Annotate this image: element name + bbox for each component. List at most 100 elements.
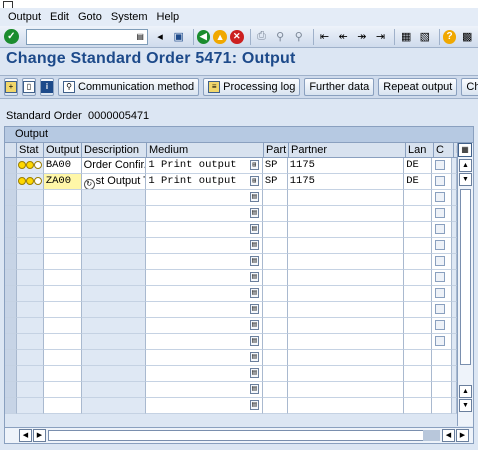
medium-cell[interactable]: ▤: [146, 350, 263, 366]
output-type-cell[interactable]: BA00: [43, 158, 82, 174]
output-type-cell[interactable]: [43, 366, 82, 382]
c-checkbox-cell[interactable]: [432, 302, 452, 318]
table-row[interactable]: ZA00 ↻st Output T... 1 Print output▤ SP …: [5, 174, 457, 190]
partner-cell[interactable]: [287, 254, 405, 270]
output-type-cell[interactable]: [43, 318, 82, 334]
row-selector[interactable]: [5, 190, 17, 206]
partner-cell[interactable]: [287, 318, 405, 334]
value-help-icon[interactable]: ▤: [249, 256, 259, 266]
enter-icon[interactable]: ✓: [4, 29, 19, 44]
language-cell[interactable]: DE: [404, 158, 433, 174]
checkbox[interactable]: [435, 240, 446, 250]
table-row[interactable]: ▤: [5, 382, 457, 398]
cancel-icon[interactable]: ✕: [229, 29, 244, 44]
new-entries-button[interactable]: +: [4, 78, 18, 96]
row-selector[interactable]: [5, 206, 17, 222]
checkbox[interactable]: [435, 176, 446, 186]
checkbox[interactable]: [435, 336, 446, 346]
partner-function-cell[interactable]: [262, 206, 288, 222]
output-type-cell[interactable]: [43, 206, 82, 222]
output-type-cell[interactable]: [43, 302, 82, 318]
find-icon[interactable]: ⚲: [272, 29, 288, 45]
c-checkbox-cell[interactable]: [432, 238, 452, 254]
c-checkbox-cell[interactable]: [432, 398, 452, 414]
partner-cell[interactable]: [287, 398, 405, 414]
checkbox[interactable]: [435, 288, 446, 298]
scroll-left-icon[interactable]: ◀: [19, 429, 32, 442]
partner-cell[interactable]: [287, 334, 405, 350]
language-cell[interactable]: [404, 190, 433, 206]
language-cell[interactable]: [404, 334, 433, 350]
language-cell[interactable]: [404, 382, 433, 398]
value-help-icon[interactable]: ▤: [249, 288, 259, 298]
output-type-cell[interactable]: [43, 334, 82, 350]
create-session-icon[interactable]: ▦: [398, 29, 414, 45]
table-row[interactable]: ▤: [5, 238, 457, 254]
table-row[interactable]: ▤: [5, 302, 457, 318]
c-checkbox-cell[interactable]: [432, 334, 452, 350]
c-checkbox-cell[interactable]: [432, 350, 452, 366]
table-row[interactable]: ▤: [5, 334, 457, 350]
further-data-button[interactable]: Further data: [304, 78, 375, 96]
c-checkbox-cell[interactable]: [432, 270, 452, 286]
row-selector[interactable]: [5, 174, 17, 190]
header-medium[interactable]: Medium: [147, 143, 264, 157]
partner-function-cell[interactable]: SP: [262, 158, 288, 174]
vertical-scroll-thumb[interactable]: [460, 189, 471, 365]
language-cell[interactable]: [404, 366, 433, 382]
checkbox[interactable]: [435, 304, 446, 314]
next-page-icon[interactable]: ↠: [354, 29, 370, 45]
repeat-output-button[interactable]: Repeat output: [378, 78, 458, 96]
partner-cell[interactable]: [287, 302, 405, 318]
medium-cell[interactable]: 1 Print output ▤: [146, 174, 263, 190]
partner-function-cell[interactable]: [262, 190, 288, 206]
medium-cell[interactable]: ▤: [146, 254, 263, 270]
output-type-cell[interactable]: [43, 270, 82, 286]
medium-cell[interactable]: ▤: [146, 286, 263, 302]
row-selector[interactable]: [5, 398, 17, 414]
output-type-cell[interactable]: [43, 238, 82, 254]
header-description[interactable]: Description: [82, 143, 147, 157]
partner-cell[interactable]: [287, 350, 405, 366]
medium-cell[interactable]: ▤: [146, 398, 263, 414]
last-page-icon[interactable]: ⇥: [373, 29, 389, 45]
partner-function-cell[interactable]: [262, 334, 288, 350]
partner-function-cell[interactable]: [262, 382, 288, 398]
language-cell[interactable]: [404, 222, 433, 238]
scroll-right-small-icon[interactable]: ▶: [33, 429, 46, 442]
partner-cell[interactable]: [287, 382, 405, 398]
table-row[interactable]: ▤: [5, 366, 457, 382]
checkbox[interactable]: [435, 160, 446, 170]
header-c[interactable]: C: [434, 143, 454, 157]
output-type-cell[interactable]: [43, 254, 82, 270]
row-selector[interactable]: [5, 334, 17, 350]
previous-page-icon[interactable]: ↞: [335, 29, 351, 45]
value-help-icon[interactable]: ▤: [249, 272, 259, 282]
partner-function-cell[interactable]: [262, 286, 288, 302]
first-page-icon[interactable]: ⇤: [317, 29, 333, 45]
processing-log-button[interactable]: ≡ Processing log: [203, 78, 301, 96]
back-icon[interactable]: ◀: [196, 29, 211, 44]
row-selector[interactable]: [5, 254, 17, 270]
partner-function-cell[interactable]: [262, 366, 288, 382]
checkbox[interactable]: [435, 208, 446, 218]
row-selector[interactable]: [5, 270, 17, 286]
row-selector[interactable]: [5, 318, 17, 334]
print-icon[interactable]: ⎙: [254, 29, 270, 45]
c-checkbox-cell[interactable]: [432, 158, 452, 174]
partner-function-cell[interactable]: [262, 318, 288, 334]
value-help-icon[interactable]: ▤: [249, 224, 259, 234]
medium-cell[interactable]: ▤: [146, 366, 263, 382]
partner-function-cell[interactable]: [262, 302, 288, 318]
medium-cell[interactable]: ▤: [146, 382, 263, 398]
table-row[interactable]: ▤: [5, 398, 457, 414]
output-type-cell[interactable]: [43, 286, 82, 302]
communication-method-button[interactable]: ⚲ Communication method: [58, 78, 200, 96]
row-selector[interactable]: [5, 302, 17, 318]
c-checkbox-cell[interactable]: [432, 286, 452, 302]
value-help-icon[interactable]: ▤: [249, 208, 259, 218]
language-cell[interactable]: [404, 318, 433, 334]
help-icon[interactable]: ?: [442, 29, 457, 44]
output-type-cell[interactable]: [43, 382, 82, 398]
row-selector[interactable]: [5, 366, 17, 382]
